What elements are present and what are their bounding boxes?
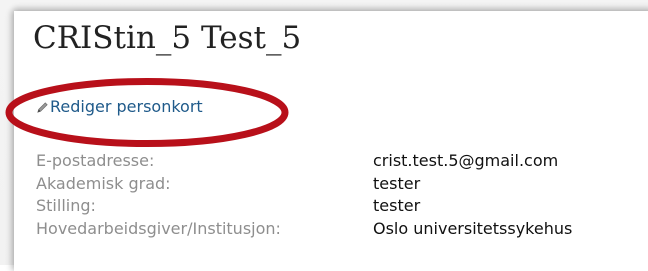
detail-label: Stilling: xyxy=(36,196,96,215)
detail-label: Akademisk grad: xyxy=(36,173,171,193)
person-details: E-postadresse: crist.test.5@gmail.com Ak… xyxy=(36,150,572,240)
person-name-heading: CRIStin_5 Test_5 xyxy=(33,20,302,56)
edit-person-card-link[interactable]: Rediger personkort xyxy=(36,97,203,116)
pencil-icon xyxy=(37,101,48,113)
detail-value: crist.test.5@gmail.com xyxy=(373,151,559,170)
detail-value: tester xyxy=(373,173,421,193)
detail-row-academic-degree: Akademisk grad: tester xyxy=(36,173,572,196)
detail-row-employer: Hovedarbeidsgiver/Institusjon: Oslo univ… xyxy=(36,218,572,241)
detail-label: E-postadresse: xyxy=(36,151,155,170)
edit-person-card-label: Rediger personkort xyxy=(50,97,203,116)
detail-row-email: E-postadresse: crist.test.5@gmail.com xyxy=(36,150,572,173)
detail-label: Hovedarbeidsgiver/Institusjon: xyxy=(36,218,281,238)
detail-value: tester xyxy=(373,196,421,215)
detail-row-position: Stilling: tester xyxy=(36,195,572,218)
detail-value: Oslo universitetssykehus xyxy=(373,218,573,238)
